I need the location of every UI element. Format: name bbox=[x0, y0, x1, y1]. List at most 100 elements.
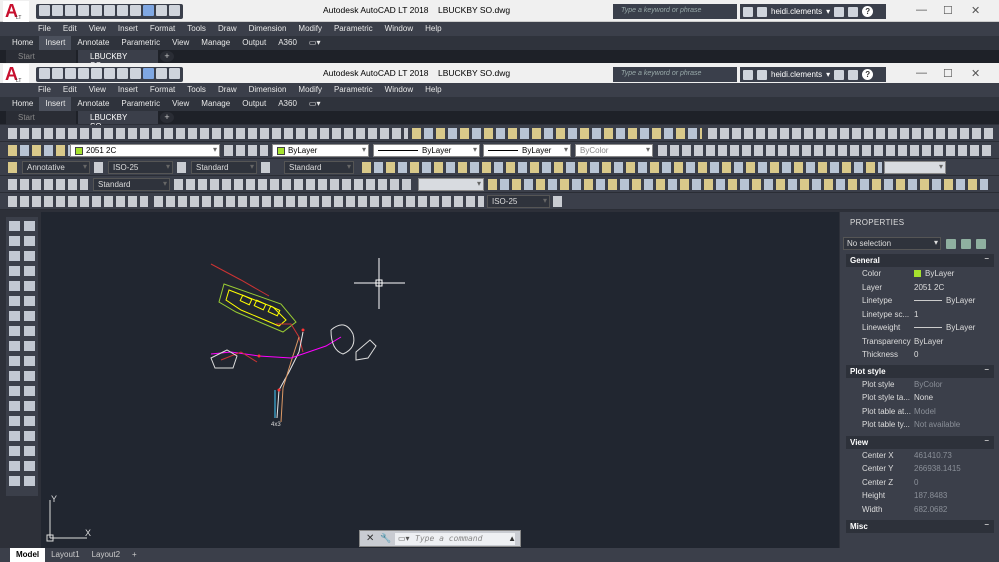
menu-edit[interactable]: Edit bbox=[57, 22, 83, 36]
minimize-button[interactable]: — bbox=[916, 4, 927, 16]
menu-tools[interactable]: Tools bbox=[181, 22, 212, 36]
section-plot-style[interactable]: Plot style bbox=[846, 365, 994, 378]
section-general[interactable]: General bbox=[846, 254, 994, 267]
blank-combo[interactable] bbox=[884, 161, 946, 174]
close-command-icon[interactable]: ✕ bbox=[366, 533, 374, 544]
prop-row[interactable]: Transparency ByLayer bbox=[862, 337, 994, 350]
tablestyle-icon[interactable] bbox=[261, 162, 273, 173]
close-button[interactable]: ✕ bbox=[971, 67, 980, 80]
user-area[interactable]: heidi.clements ▾? bbox=[740, 4, 886, 19]
menu-tools[interactable]: Tools bbox=[181, 83, 212, 97]
dimstyle-icon[interactable] bbox=[94, 162, 106, 173]
lineweight-combo[interactable]: ByLayer bbox=[483, 144, 571, 157]
tab-home[interactable]: Home bbox=[6, 97, 39, 111]
quick-access-toolbar[interactable] bbox=[36, 4, 183, 19]
annotative-combo[interactable]: Annotative bbox=[22, 161, 90, 174]
binoculars-icon[interactable] bbox=[743, 6, 753, 17]
tablestyle-combo[interactable]: Standard bbox=[284, 161, 354, 174]
tab-view[interactable]: View bbox=[166, 97, 195, 111]
menu-edit[interactable]: Edit bbox=[57, 83, 83, 97]
a360-icon[interactable] bbox=[848, 69, 859, 80]
help-icon[interactable]: ? bbox=[862, 69, 874, 80]
menu-dimension[interactable]: Dimension bbox=[243, 22, 293, 36]
menu-window[interactable]: Window bbox=[379, 83, 419, 97]
command-history-icon[interactable]: ▲ bbox=[508, 534, 516, 543]
prop-row[interactable]: Linetype sc... 1 bbox=[862, 310, 994, 323]
command-input[interactable]: Type a command bbox=[395, 533, 515, 545]
tab-view[interactable]: View bbox=[166, 36, 195, 50]
tab-manage[interactable]: Manage bbox=[195, 97, 236, 111]
section-misc[interactable]: Misc bbox=[846, 520, 994, 533]
modify-toolbar-icons[interactable] bbox=[658, 145, 993, 156]
file-tab-start[interactable]: Start bbox=[6, 50, 76, 63]
plotstyle-combo[interactable]: ByColor bbox=[575, 144, 653, 157]
file-tab-drawing[interactable]: LBUCKBY SO bbox=[78, 111, 158, 131]
layer-tool-icons[interactable] bbox=[224, 145, 268, 156]
dimension-icons[interactable] bbox=[154, 196, 484, 207]
menu-format[interactable]: Format bbox=[144, 22, 181, 36]
tab-a360[interactable]: A360 bbox=[272, 36, 303, 50]
tab-home[interactable]: Home bbox=[6, 36, 39, 50]
user-area[interactable]: heidi.clements ▾? bbox=[740, 67, 886, 82]
maximize-button[interactable]: ☐ bbox=[943, 4, 953, 17]
select-objects-icon[interactable] bbox=[961, 239, 971, 249]
properties-toolbar-icons[interactable] bbox=[362, 162, 882, 173]
prop-row[interactable]: Lineweight ByLayer bbox=[862, 323, 994, 336]
prop-row[interactable]: Linetype ByLayer bbox=[862, 296, 994, 309]
selection-combo[interactable]: No selection bbox=[843, 237, 941, 250]
color-combo[interactable]: ByLayer bbox=[272, 144, 369, 157]
menu-parametric[interactable]: Parametric bbox=[328, 83, 379, 97]
menu-help[interactable]: Help bbox=[419, 22, 447, 36]
prop-row[interactable]: Thickness 0 bbox=[862, 350, 994, 363]
drawing-svg[interactable]: 4x3 Y X bbox=[41, 212, 839, 548]
prop-row[interactable]: Width 682.0682 bbox=[862, 505, 994, 518]
modify-tools-column[interactable] bbox=[24, 221, 35, 491]
minimize-button[interactable]: — bbox=[916, 67, 927, 79]
help-icon[interactable]: ? bbox=[862, 6, 874, 17]
new-tab-icon[interactable]: + bbox=[160, 51, 174, 62]
a360-icon[interactable] bbox=[848, 6, 859, 17]
maximize-button[interactable]: ☐ bbox=[943, 67, 953, 80]
textstyle-icon[interactable] bbox=[177, 162, 189, 173]
menu-view[interactable]: View bbox=[83, 22, 112, 36]
exchange-icon[interactable] bbox=[834, 69, 845, 80]
menu-file[interactable]: File bbox=[32, 83, 57, 97]
text-icons[interactable] bbox=[8, 196, 148, 207]
layer-combo[interactable]: 2051 2C bbox=[70, 144, 220, 157]
prop-row[interactable]: Plot style ByColor bbox=[862, 380, 994, 393]
quick-select-icon[interactable] bbox=[976, 239, 986, 249]
search-input[interactable]: Type a keyword or phrase bbox=[613, 4, 737, 19]
file-tab-drawing[interactable]: LBUCKBY SO bbox=[78, 50, 158, 70]
prop-row[interactable]: Plot table ty... Not available bbox=[862, 420, 994, 433]
search-input[interactable]: Type a keyword or phrase bbox=[613, 67, 737, 82]
draw-order-toolbar-icons[interactable] bbox=[412, 128, 702, 139]
drawing-canvas[interactable]: 4x3 Y X bbox=[41, 212, 839, 548]
toggle-pickadd-icon[interactable] bbox=[946, 239, 956, 249]
menu-format[interactable]: Format bbox=[144, 83, 181, 97]
menu-insert[interactable]: Insert bbox=[112, 22, 144, 36]
new-tab-icon[interactable]: + bbox=[160, 112, 174, 123]
tab-model[interactable]: Model bbox=[10, 548, 46, 562]
autocad-logo[interactable]: A LT bbox=[3, 1, 29, 23]
standard-toolbar-icons[interactable] bbox=[8, 128, 408, 139]
mleaderstyle-combo[interactable]: Standard bbox=[93, 178, 170, 191]
tab-annotate[interactable]: Annotate bbox=[71, 36, 115, 50]
ribbon-toggle-icon[interactable]: ▭▾ bbox=[303, 97, 327, 111]
dimstyle-icon-2[interactable] bbox=[553, 196, 565, 207]
menu-file[interactable]: File bbox=[32, 22, 57, 36]
menu-draw[interactable]: Draw bbox=[212, 22, 243, 36]
add-layout-icon[interactable]: + bbox=[126, 548, 143, 562]
menu-help[interactable]: Help bbox=[419, 83, 447, 97]
section-view[interactable]: View bbox=[846, 436, 994, 449]
tab-output[interactable]: Output bbox=[236, 36, 272, 50]
textstyle-combo[interactable]: Standard bbox=[191, 161, 257, 174]
prop-row[interactable]: Plot table at... Model bbox=[862, 407, 994, 420]
prop-row[interactable]: Color ByLayer bbox=[862, 269, 994, 282]
draw-tools-column[interactable] bbox=[9, 221, 20, 491]
menu-draw[interactable]: Draw bbox=[212, 83, 243, 97]
exchange-icon[interactable] bbox=[834, 6, 845, 17]
close-button[interactable]: ✕ bbox=[971, 4, 980, 17]
prop-row[interactable]: Height 187.8483 bbox=[862, 491, 994, 504]
linetype-combo[interactable]: ByLayer bbox=[373, 144, 480, 157]
dimstyle-combo[interactable]: ISO-25 bbox=[108, 161, 173, 174]
